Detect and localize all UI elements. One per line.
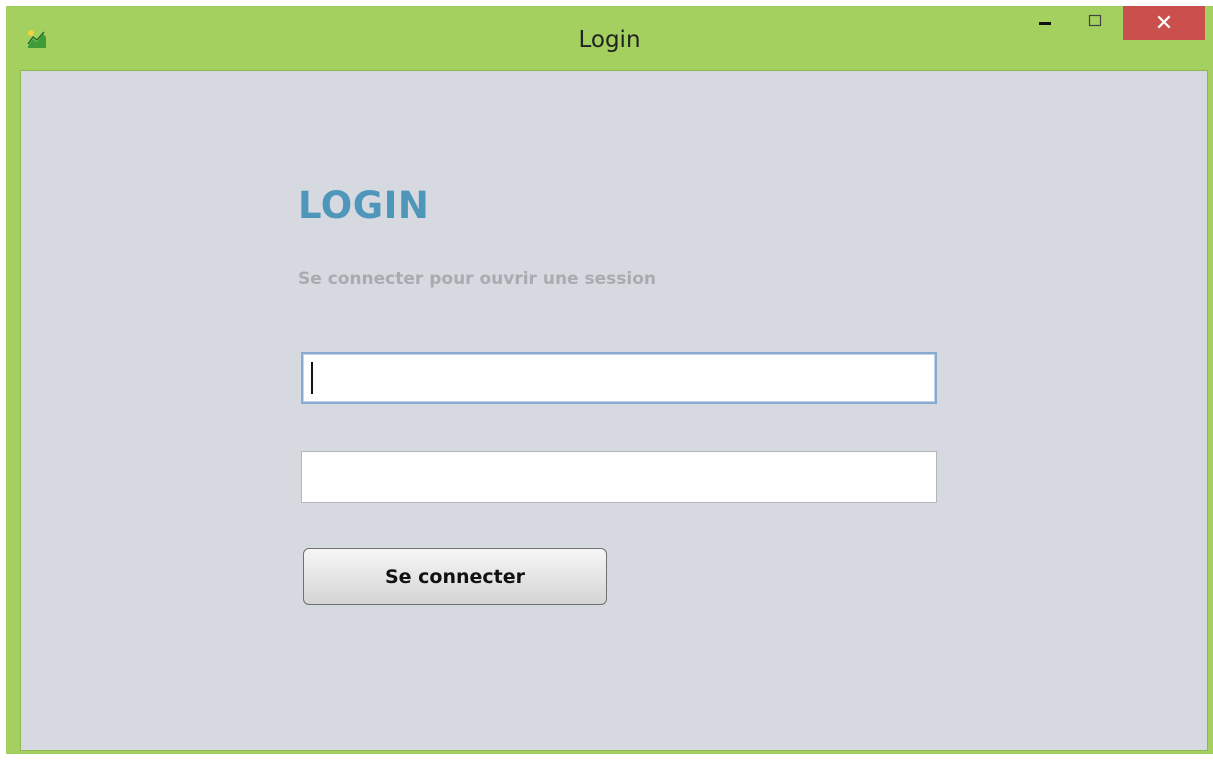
minimize-icon [1039,22,1051,25]
text-caret [311,362,313,394]
login-subtitle: Se connecter pour ouvrir une session [298,269,656,289]
close-icon: ✕ [1154,10,1174,36]
username-field[interactable] [301,352,937,404]
login-button[interactable]: Se connecter [303,548,607,605]
maximize-button[interactable] [1076,6,1114,36]
login-window: Login ✕ LOGIN Se connecter pour ouvrir u… [6,6,1213,754]
minimize-button[interactable] [1028,6,1062,36]
close-button[interactable]: ✕ [1123,6,1205,40]
page-title: LOGIN [298,184,430,227]
login-panel: LOGIN Se connecter pour ouvrir une sessi… [20,70,1208,751]
title-bar[interactable]: Login ✕ [6,6,1213,70]
maximize-icon [1088,14,1102,27]
password-field[interactable] [301,451,937,503]
